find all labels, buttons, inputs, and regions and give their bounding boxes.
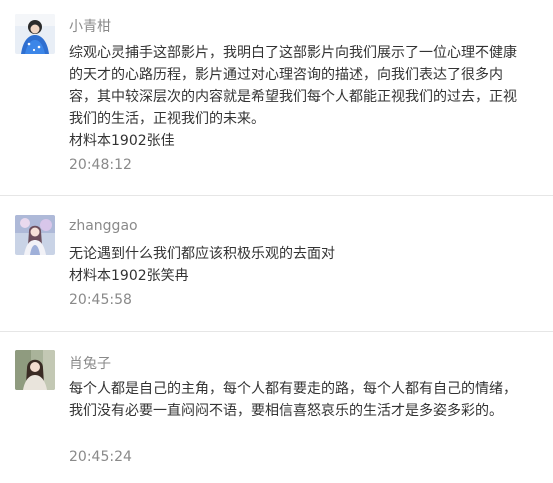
commenter-name[interactable]: zhanggao <box>69 218 138 234</box>
comment-text: 无论遇到什么我们都应该积极乐观的去面对 材料本1902张笑冉 <box>69 243 519 287</box>
comment-signature: 材料本1902张佳 <box>69 133 175 149</box>
commenter-name[interactable]: 肖兔子 <box>69 353 111 373</box>
avatar[interactable] <box>15 350 55 390</box>
comment-divider <box>0 195 553 196</box>
avatar[interactable] <box>15 215 55 255</box>
avatar[interactable] <box>15 14 55 54</box>
comment-signature: 材料本1902张笑冉 <box>69 268 189 284</box>
comment-timestamp: 20:45:58 <box>69 292 132 308</box>
comment-text: 每个人都是自己的主角，每个人都有要走的路，每个人都有自己的情绪，我们没有必要一直… <box>69 378 519 422</box>
comment-paragraph: 每个人都是自己的主角，每个人都有要走的路，每个人都有自己的情绪，我们没有必要一直… <box>69 381 517 419</box>
commenter-name[interactable]: 小青柑 <box>69 16 111 36</box>
comment-divider <box>0 331 553 332</box>
comment-text: 综观心灵捕手这部影片，我明白了这部影片向我们展示了一位心理不健康的天才的心路历程… <box>69 42 519 152</box>
comment-paragraph: 综观心灵捕手这部影片，我明白了这部影片向我们展示了一位心理不健康的天才的心路历程… <box>69 45 517 127</box>
comment-timestamp: 20:45:24 <box>69 449 132 465</box>
comment-timestamp: 20:48:12 <box>69 157 132 173</box>
comment-paragraph: 无论遇到什么我们都应该积极乐观的去面对 <box>69 246 335 262</box>
